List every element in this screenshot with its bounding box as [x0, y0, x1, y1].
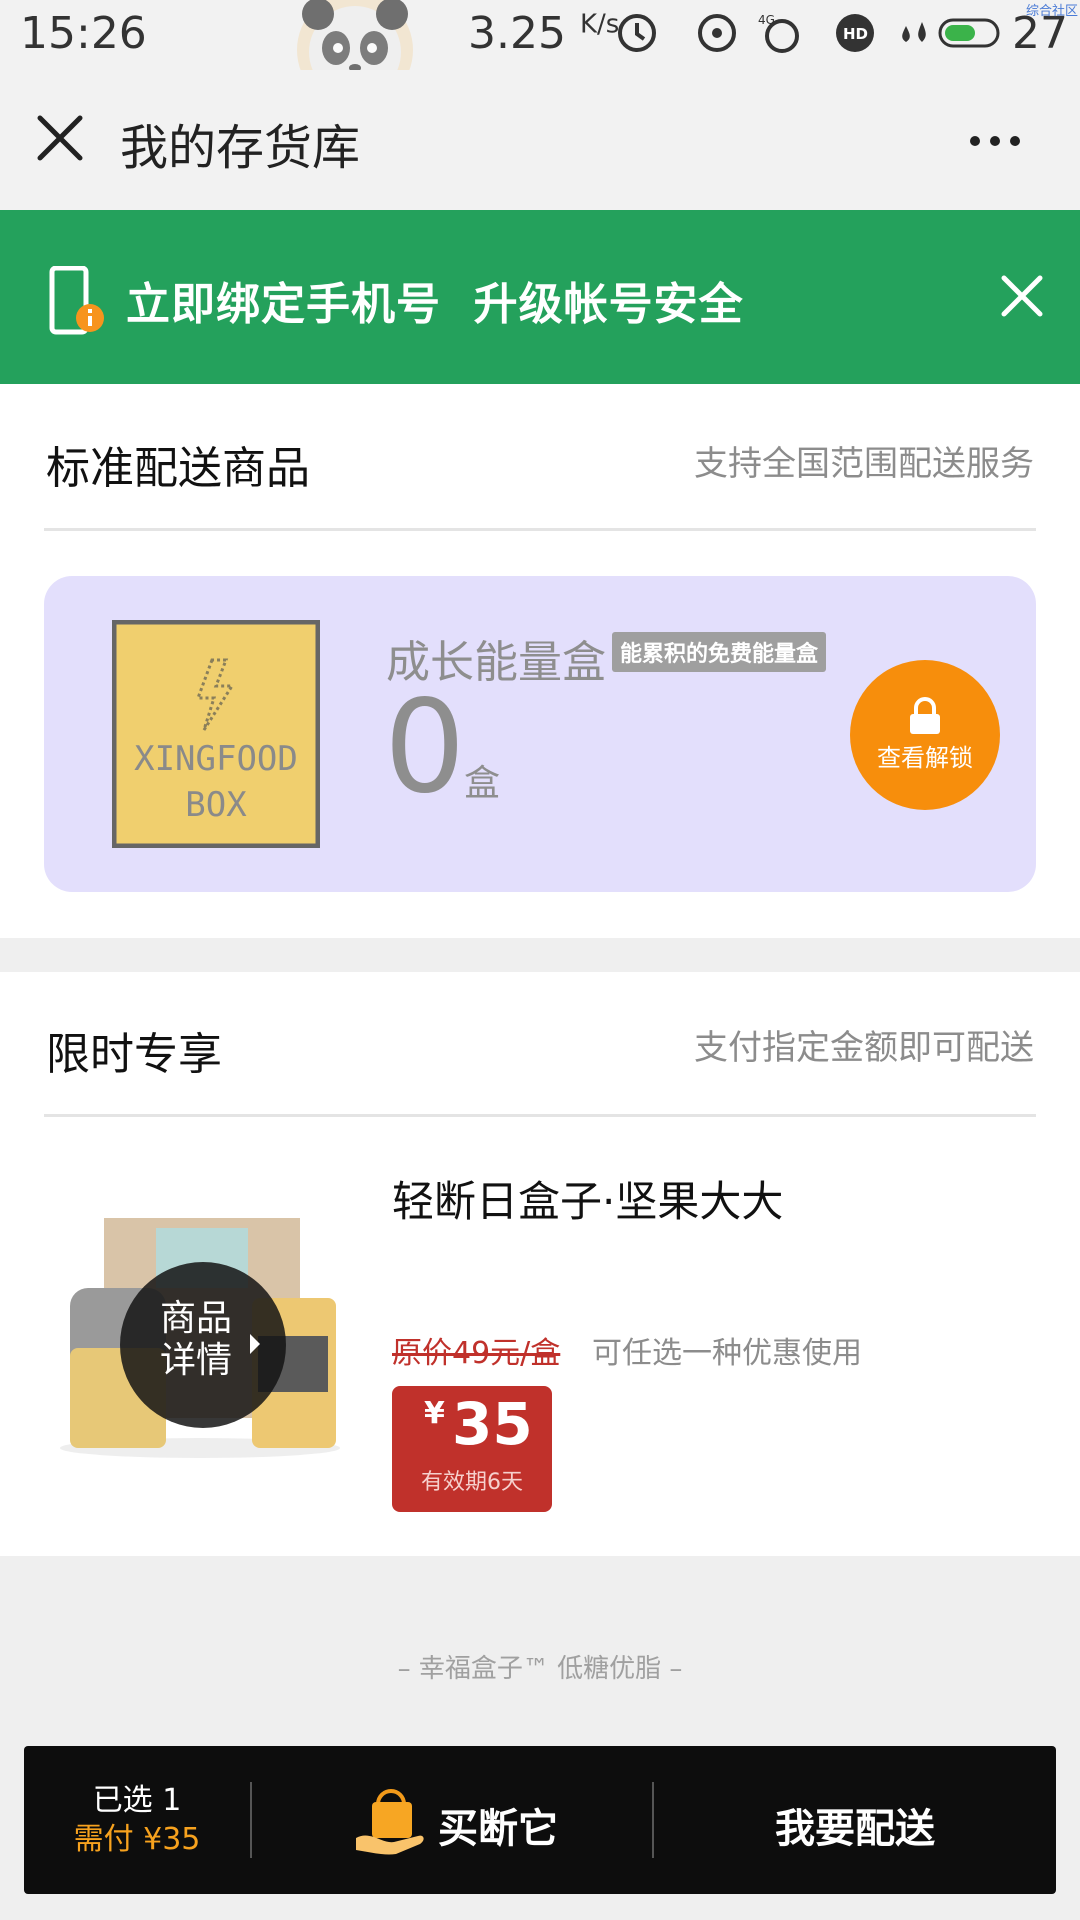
limited-offer-section: 限时专享 支付指定金额即可配送 商品详情 轻断日盒子·坚果大大 原价49元/盒 … — [0, 972, 1080, 1556]
battery-icon — [938, 18, 1000, 48]
energy-box-unit: 盒 — [464, 763, 501, 804]
section-subtitle: 支付指定金额即可配送 — [694, 1028, 1034, 1068]
shopping-bag-icon — [356, 1789, 424, 1855]
deliver-button[interactable]: 我要配送 — [654, 1746, 1056, 1894]
buyout-label: 买断它 — [438, 1806, 558, 1852]
status-time: 15:26 — [20, 8, 147, 59]
section-subtitle: 支持全国范围配送服务 — [694, 444, 1034, 484]
close-icon[interactable] — [34, 112, 86, 164]
lock-icon — [910, 697, 940, 734]
product-detail-label: 商品详情 — [160, 1298, 233, 1381]
bind-phone-banner[interactable]: 立即绑定手机号 升级帐号安全 — [0, 210, 1080, 384]
box-text-line2: BOX — [185, 785, 247, 825]
hd-voice-icon: HD — [836, 14, 874, 52]
energy-box-badge: 能累积的免费能量盒 — [612, 632, 827, 672]
box-text-line1: XINGFOOD — [134, 739, 298, 779]
divider — [44, 1114, 1036, 1117]
currency-symbol: ¥ — [424, 1396, 445, 1431]
xingfood-box-image: XINGFOOD BOX — [112, 620, 320, 848]
phone-warning-icon — [49, 266, 104, 335]
energy-box-count: 0 — [384, 673, 466, 822]
chevron-right-icon — [250, 1334, 260, 1354]
product-name: 轻断日盒子·坚果大大 — [392, 1177, 784, 1226]
page-title: 我的存货库 — [120, 120, 361, 176]
watermark: 综合社区 — [1025, 4, 1078, 19]
price-validity: 有效期6天 — [421, 1470, 523, 1495]
deliver-label: 我要配送 — [775, 1806, 935, 1852]
unlock-label: 查看解锁 — [877, 744, 973, 772]
bottom-action-bar: 已选 1 需付 ¥35 买断它 我要配送 — [24, 1746, 1056, 1894]
status-net-speed: 3.25 K/s — [468, 8, 620, 59]
product-detail-button[interactable]: 商品详情 — [120, 1262, 286, 1428]
bind-phone-text: 立即绑定手机号 升级帐号安全 — [126, 279, 744, 330]
title-bar: 我的存货库 — [0, 70, 1080, 210]
selected-summary: 已选 1 需付 ¥35 — [24, 1782, 250, 1860]
svg-text:HD: HD — [843, 25, 868, 43]
more-options-button[interactable] — [958, 120, 1030, 160]
standard-delivery-section: 标准配送商品 支持全国范围配送服务 XINGFOOD BOX 成长能量盒 能累积… — [0, 384, 1080, 938]
energy-box-card[interactable]: XINGFOOD BOX 成长能量盒 能累积的免费能量盒 0 盒 查看解锁 — [44, 576, 1036, 892]
unlock-button[interactable]: 查看解锁 — [850, 660, 1000, 810]
divider — [44, 528, 1036, 531]
status-bar: 15:26 3.25 K/s 4G HD 27 综合社区 — [0, 0, 1080, 108]
signal-4g-icon: 4G — [758, 13, 799, 53]
data-saver-icon — [902, 22, 926, 42]
need-pay-amount: 需付 ¥35 — [73, 1822, 201, 1857]
footer-slogan: – 幸福盒子™ 低糖优脂 – — [397, 1654, 683, 1684]
promo-note: 可任选一种优惠使用 — [592, 1336, 862, 1371]
buyout-button[interactable]: 买断它 — [252, 1746, 650, 1894]
price-tag[interactable]: ¥ 35 有效期6天 — [392, 1386, 552, 1512]
original-price: 原价49元/盒 — [392, 1336, 561, 1371]
price-value: 35 — [452, 1390, 533, 1458]
selected-count: 已选 1 — [92, 1783, 182, 1818]
location-icon — [698, 14, 736, 52]
alarm-icon — [618, 14, 656, 52]
banner-close-icon[interactable] — [998, 272, 1046, 320]
section-title: 标准配送商品 — [46, 443, 310, 494]
section-title: 限时专享 — [46, 1029, 222, 1080]
